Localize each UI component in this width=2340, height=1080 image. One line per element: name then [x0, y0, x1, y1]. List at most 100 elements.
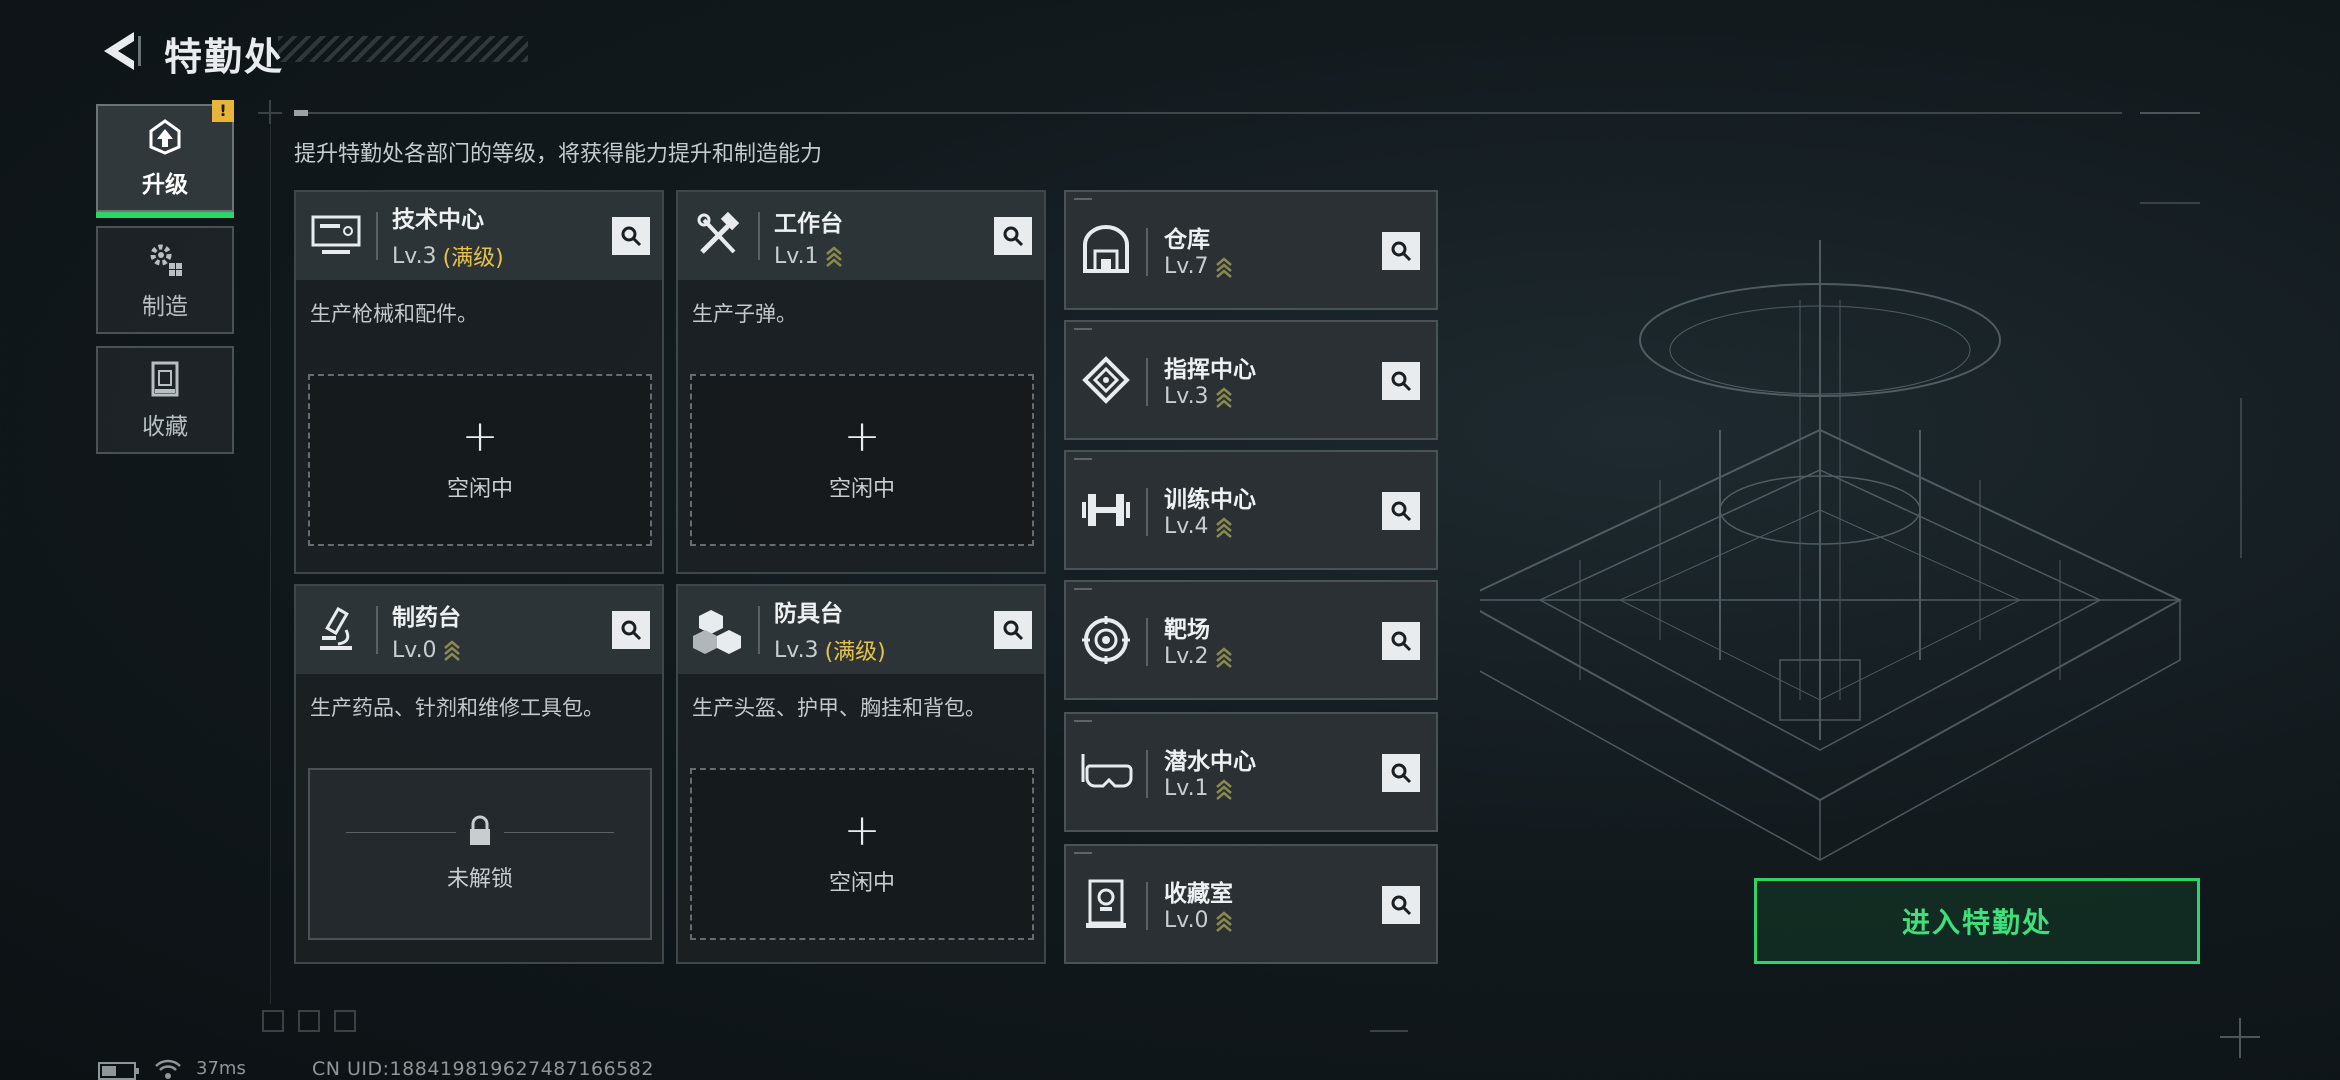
back-arrow-icon: [104, 32, 141, 70]
gears-icon: [150, 244, 182, 276]
upgrade-chevron-icon: [443, 640, 460, 661]
facility-name: 仓库: [1164, 227, 1210, 253]
slot-status: 空闲中: [828, 477, 895, 502]
search-button[interactable]: [612, 611, 650, 649]
search-icon: [621, 226, 642, 247]
tab-collection[interactable]: 收藏: [96, 346, 234, 454]
page-title: 特勤处: [164, 35, 285, 79]
facility-level: Lv.4: [1164, 514, 1209, 539]
facility-level: Lv.3: [1164, 384, 1209, 409]
lock-icon: [470, 815, 490, 845]
search-icon: [1391, 501, 1412, 522]
dept-card-pharmacy[interactable]: 制药台 Lv.0 生产药品、针剂和维修工具包。 未解锁: [294, 584, 664, 964]
add-icon: +: [843, 805, 881, 856]
add-icon: +: [461, 411, 499, 462]
lock-divider-right: [504, 832, 614, 833]
search-button[interactable]: [994, 217, 1032, 255]
facility-training-center[interactable]: 训练中心 Lv.4: [1064, 450, 1438, 570]
hint-text: 提升特勤处各部门的等级，将获得能力提升和制造能力: [294, 142, 823, 167]
upgrade-chevron-icon: [1215, 386, 1232, 408]
craft-slot[interactable]: + 空闲中: [690, 768, 1034, 940]
max-level-tag: (满级): [442, 246, 504, 271]
back-button[interactable]: [98, 28, 144, 74]
facility-level: Lv.0: [1164, 908, 1209, 933]
deco-top-right: [2140, 112, 2200, 114]
upgrade-chevron-icon: [1215, 778, 1232, 800]
dept-name: 制药台: [392, 604, 461, 631]
dept-level: Lv.3: [392, 243, 437, 269]
facility-name: 收藏室: [1164, 881, 1233, 907]
dept-desc: 生产枪械和配件。: [310, 302, 478, 326]
search-icon: [1391, 241, 1412, 262]
facility-shooting-range[interactable]: 靶场 Lv.2: [1064, 580, 1438, 700]
upgrade-icon: [149, 119, 181, 155]
facility-command-center[interactable]: 指挥中心 Lv.3: [1064, 320, 1438, 440]
monitor-icon: [306, 206, 366, 266]
tab-craft[interactable]: 制造: [96, 226, 234, 334]
dept-desc: 生产子弹。: [692, 302, 797, 326]
enter-special-ops-button[interactable]: 进入特勤处: [1754, 878, 2200, 964]
deco-tile: [334, 1010, 356, 1032]
craft-slot[interactable]: + 空闲中: [308, 374, 652, 546]
dept-card-armor[interactable]: 防具台 Lv.3 (满级) 生产头盔、护甲、胸挂和背包。 + 空闲中: [676, 584, 1046, 964]
facility-collection-room[interactable]: 收藏室 Lv.0: [1064, 844, 1438, 964]
facility-name: 训练中心: [1164, 487, 1256, 513]
base-building-illustration: [1480, 240, 2183, 861]
lock-divider-left: [346, 832, 456, 833]
search-icon: [1391, 895, 1412, 916]
upgrade-chevron-icon: [1215, 910, 1232, 932]
dept-level: Lv.1: [774, 243, 819, 269]
deco-bottom-right-v: [2239, 1018, 2241, 1058]
facility-level: Lv.1: [1164, 776, 1209, 801]
dept-name: 防具台: [774, 601, 843, 627]
facility-diving-center[interactable]: 潜水中心 Lv.1: [1064, 712, 1438, 832]
tab-craft-label: 制造: [142, 294, 188, 320]
armor-boxes-icon: [688, 600, 748, 660]
facility-name: 靶场: [1164, 617, 1210, 643]
title-decoration: [278, 36, 528, 62]
upgrade-chevron-icon: [1215, 646, 1232, 668]
collection-icon: [151, 361, 179, 397]
search-button[interactable]: [1382, 754, 1420, 792]
facility-name: 潜水中心: [1164, 749, 1256, 775]
deco-tile: [262, 1010, 284, 1032]
search-button[interactable]: [1382, 362, 1420, 400]
warehouse-icon: [1076, 220, 1136, 280]
facility-name: 指挥中心: [1164, 357, 1256, 383]
search-icon: [1391, 631, 1412, 652]
deco-tile: [298, 1010, 320, 1032]
battery-icon: [98, 1062, 140, 1080]
dept-name: 工作台: [774, 210, 843, 237]
locked-slot: 未解锁: [308, 768, 652, 940]
user-uid: CN UID:18841981962748716658​2: [312, 1058, 654, 1080]
craft-slot[interactable]: + 空闲中: [690, 374, 1034, 546]
facility-warehouse[interactable]: 仓库 Lv.7: [1064, 190, 1438, 310]
deco-cross-v: [269, 100, 271, 124]
microscope-icon: [306, 600, 366, 660]
slot-status: 空闲中: [446, 477, 513, 502]
upgrade-chevron-icon: [1215, 256, 1232, 278]
search-button[interactable]: [1382, 886, 1420, 924]
alert-badge: !: [212, 100, 234, 122]
search-button[interactable]: [1382, 492, 1420, 530]
search-button[interactable]: [994, 611, 1032, 649]
target-icon: [1076, 610, 1136, 670]
trophy-case-icon: [1076, 874, 1136, 934]
dept-card-tech-center[interactable]: 技术中心 Lv.3 (满级) 生产枪械和配件。 + 空闲中: [294, 190, 664, 574]
dept-level: Lv.0: [392, 637, 437, 663]
tab-upgrade-label: 升级: [142, 172, 188, 198]
ping-value: 37ms: [196, 1058, 246, 1079]
deco-vline: [270, 124, 271, 1004]
upgrade-chevron-icon: [1215, 516, 1232, 538]
add-icon: +: [843, 411, 881, 462]
search-button[interactable]: [1382, 232, 1420, 270]
dept-desc: 生产药品、针剂和维修工具包。: [310, 696, 604, 720]
search-button[interactable]: [1382, 622, 1420, 660]
search-icon: [1391, 371, 1412, 392]
chip-icon: [1076, 350, 1136, 410]
deco-bottom-line: [1370, 1030, 1408, 1032]
tab-collection-label: 收藏: [142, 414, 188, 440]
dept-card-workbench[interactable]: 工作台 Lv.1 生产子弹。 + 空闲中: [676, 190, 1046, 574]
search-icon: [621, 620, 642, 641]
search-button[interactable]: [612, 217, 650, 255]
